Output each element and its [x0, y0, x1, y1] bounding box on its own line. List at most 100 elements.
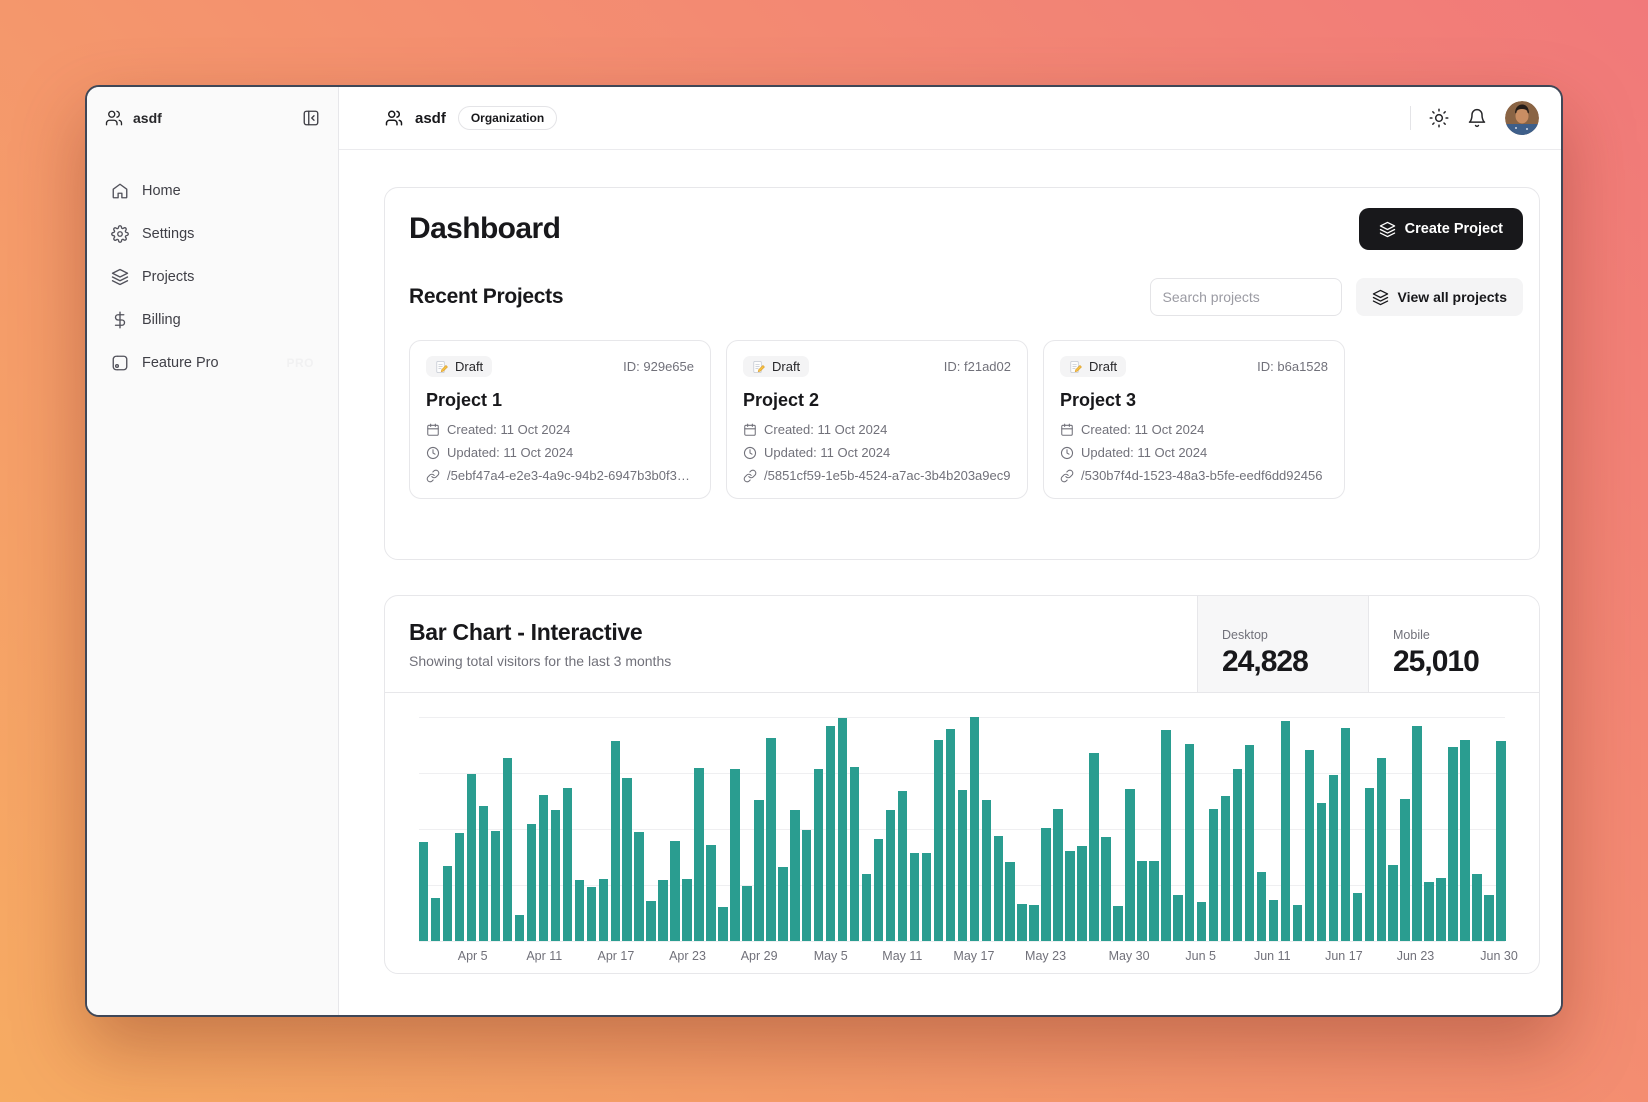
chart-bar[interactable] [1341, 728, 1350, 941]
chart-bar[interactable] [1353, 893, 1362, 941]
chart-bar[interactable] [1185, 744, 1194, 941]
chart-bar[interactable] [742, 886, 751, 941]
chart-bar[interactable] [1197, 902, 1206, 941]
create-project-button[interactable]: Create Project [1359, 208, 1523, 250]
chart-bar[interactable] [718, 907, 727, 941]
chart-bar[interactable] [1460, 740, 1469, 941]
chart-bar[interactable] [658, 880, 667, 941]
project-link[interactable]: /5851cf59-1e5b-4524-a7ac-3b4b203a9ec9 [743, 468, 1011, 483]
chart-bar[interactable] [467, 774, 476, 941]
chart-bar[interactable] [1305, 750, 1314, 941]
chart-bar[interactable] [790, 810, 799, 941]
notifications-button[interactable] [1467, 108, 1487, 128]
chart-bar[interactable] [994, 836, 1003, 941]
chart-bar[interactable] [970, 717, 979, 941]
chart-bar[interactable] [910, 853, 919, 941]
chart-bar[interactable] [1281, 721, 1290, 941]
chart-bar[interactable] [515, 915, 524, 941]
chart-bar[interactable] [1484, 895, 1493, 941]
chart-bar[interactable] [886, 810, 895, 941]
chart-bar[interactable] [706, 845, 715, 941]
sidebar-item-settings[interactable]: Settings [101, 214, 324, 254]
chart-bar[interactable] [622, 778, 631, 941]
chart-bar[interactable] [1065, 851, 1074, 941]
chart-bar[interactable] [611, 741, 620, 941]
chart-bar[interactable] [551, 810, 560, 941]
chart-bar[interactable] [1029, 905, 1038, 941]
chart-bar[interactable] [1077, 846, 1086, 941]
chart-bar[interactable] [1209, 809, 1218, 941]
chart-bar[interactable] [527, 824, 536, 941]
chart-bar[interactable] [1149, 861, 1158, 941]
chart-bar[interactable] [898, 791, 907, 941]
chart-bar[interactable] [1173, 895, 1182, 941]
chart-bar[interactable] [778, 867, 787, 941]
chart-bar[interactable] [1221, 796, 1230, 941]
chart-bar[interactable] [539, 795, 548, 941]
chart-bar[interactable] [826, 726, 835, 941]
theme-toggle-button[interactable] [1429, 108, 1449, 128]
chart-bar[interactable] [1125, 789, 1134, 941]
chart-bar[interactable] [850, 767, 859, 941]
chart-bar[interactable] [563, 788, 572, 941]
chart-bar[interactable] [1388, 865, 1397, 941]
chart-bar[interactable] [922, 853, 931, 941]
chart-bar[interactable] [814, 769, 823, 941]
chart-bar[interactable] [1293, 905, 1302, 941]
chart-bar[interactable] [754, 800, 763, 941]
chart-bar[interactable] [1245, 745, 1254, 941]
chart-bar[interactable] [862, 874, 871, 941]
chart-bar[interactable] [479, 806, 488, 941]
search-projects-input[interactable] [1150, 278, 1342, 316]
chart-bar[interactable] [1269, 900, 1278, 941]
chart-bar[interactable] [1436, 878, 1445, 941]
chart-bar[interactable] [491, 831, 500, 941]
chart-bar[interactable] [694, 768, 703, 941]
chart-bar[interactable] [670, 841, 679, 941]
chart-bar[interactable] [1161, 730, 1170, 941]
chart-bar[interactable] [1089, 753, 1098, 941]
project-link[interactable]: /530b7f4d-1523-48a3-b5fe-eedf6dd92456 [1060, 468, 1328, 483]
chart-bar[interactable] [1005, 862, 1014, 941]
chart-bar[interactable] [934, 740, 943, 941]
tab-desktop[interactable]: Desktop 24,828 [1197, 596, 1368, 692]
chart-bar[interactable] [1496, 741, 1505, 941]
chart-bar[interactable] [503, 758, 512, 941]
chart-bar[interactable] [1041, 828, 1050, 941]
chart-bar[interactable] [838, 718, 847, 941]
chart-bar[interactable] [982, 800, 991, 941]
chart-bar[interactable] [587, 887, 596, 941]
sidebar-item-billing[interactable]: Billing [101, 300, 324, 340]
chart-bar[interactable] [1448, 747, 1457, 941]
chart-bar[interactable] [958, 790, 967, 941]
chart-bar[interactable] [1017, 904, 1026, 941]
chart-bar[interactable] [1329, 775, 1338, 941]
chart-bar[interactable] [634, 832, 643, 941]
sidebar-collapse-button[interactable] [302, 109, 320, 127]
chart-bar[interactable] [730, 769, 739, 941]
chart-bar[interactable] [766, 738, 775, 941]
chart-bar[interactable] [575, 880, 584, 941]
chart-bar[interactable] [1233, 769, 1242, 941]
tab-mobile[interactable]: Mobile 25,010 [1368, 596, 1539, 692]
sidebar-item-projects[interactable]: Projects [101, 257, 324, 297]
chart-bar[interactable] [443, 866, 452, 941]
chart-bar[interactable] [1053, 809, 1062, 941]
chart-bar[interactable] [802, 830, 811, 941]
chart-bar[interactable] [599, 879, 608, 941]
chart-bar[interactable] [419, 842, 428, 941]
chart-bar[interactable] [431, 898, 440, 941]
chart-bar[interactable] [1377, 758, 1386, 941]
chart-bar[interactable] [874, 839, 883, 941]
chart-bar[interactable] [1257, 872, 1266, 941]
sidebar-item-feature-pro[interactable]: Feature Pro PRO [101, 343, 324, 383]
chart-bar[interactable] [1317, 803, 1326, 941]
chart-bar[interactable] [1400, 799, 1409, 941]
project-card[interactable]: Draft ID: f21ad02 Project 2 Created: 11 … [726, 340, 1028, 499]
sidebar-item-home[interactable]: Home [101, 171, 324, 211]
chart-bar[interactable] [455, 833, 464, 941]
chart-bar[interactable] [946, 729, 955, 941]
chart-bar[interactable] [1101, 837, 1110, 941]
chart-bar[interactable] [1365, 788, 1374, 941]
view-all-projects-button[interactable]: View all projects [1356, 278, 1523, 316]
